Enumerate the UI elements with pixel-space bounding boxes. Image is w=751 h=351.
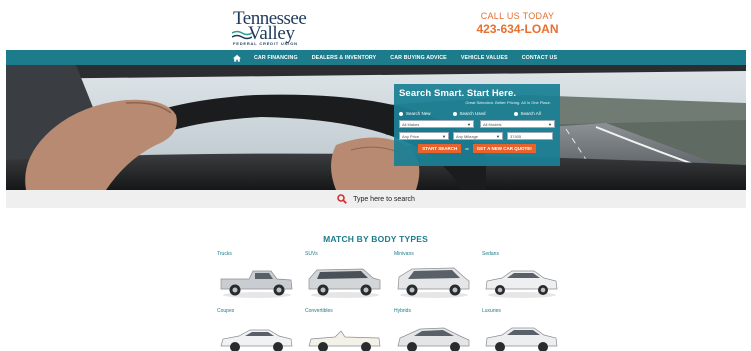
zip-input[interactable]: 37405 (507, 132, 553, 140)
radio-label: Search Used (459, 111, 486, 116)
radio-search-used[interactable]: Search Used (452, 111, 486, 116)
minivan-image (397, 267, 470, 298)
nav-dealers-inventory[interactable]: DEALERS & INVENTORY (312, 55, 377, 61)
nav-car-financing[interactable]: CAR FINANCING (254, 55, 298, 61)
search-row-price-mileage-zip: Any Price ▼ Any Mileage ▼ 37405 (399, 132, 555, 140)
body-type-convertibles[interactable]: Convertibles (305, 308, 385, 351)
sedan-image (485, 270, 558, 298)
suv-image (308, 268, 381, 298)
coupe-image (220, 329, 293, 351)
models-select[interactable]: All Models ▼ (480, 120, 555, 128)
body-type-trucks[interactable]: Trucks (217, 251, 297, 311)
body-type-label: Luxuries (482, 308, 501, 314)
makes-select-value: All Makes (402, 121, 420, 127)
nav-contact-us[interactable]: CONTACT US (522, 55, 557, 61)
body-type-suvs[interactable]: SUVs (305, 251, 385, 311)
site-search-bar[interactable]: Type here to search (6, 190, 746, 208)
body-type-label: Trucks (217, 251, 232, 257)
body-type-label: Hybrids (394, 308, 411, 314)
body-type-hybrids[interactable]: Hybrids (394, 308, 474, 351)
logo-subtitle: FEDERAL CREDIT UNION (233, 41, 298, 46)
price-select[interactable]: Any Price ▼ (399, 132, 449, 140)
chevron-down-icon: ▼ (467, 121, 471, 127)
search-type-radios: Search New Search Used Search All (399, 111, 555, 116)
body-type-label: Convertibles (305, 308, 333, 314)
call-us-phone[interactable]: 423-634-LOAN (470, 22, 565, 36)
price-select-value: Any Price (402, 133, 420, 139)
radio-label: Search New (406, 111, 431, 116)
hero-banner (6, 65, 746, 190)
chevron-down-icon: ▼ (442, 133, 446, 139)
body-type-sedans[interactable]: Sedans (482, 251, 562, 311)
radio-dot-icon (513, 111, 518, 116)
convertible-image (308, 330, 381, 351)
makes-select[interactable]: All Makes ▼ (399, 120, 474, 128)
truck-image (220, 270, 293, 298)
site-search-placeholder[interactable]: Type here to search (353, 196, 415, 203)
luxury-car-image (485, 327, 558, 351)
nav-car-buying-advice[interactable]: CAR BUYING ADVICE (390, 55, 447, 61)
chevron-down-icon: ▼ (548, 121, 552, 127)
search-icon[interactable] (337, 194, 347, 204)
or-separator: or (465, 146, 469, 151)
hybrid-image (397, 327, 470, 351)
call-us-block: CALL US TODAY 423-634-LOAN (470, 11, 565, 36)
start-search-button[interactable]: START SEARCH (418, 144, 462, 153)
body-type-label: Minivans (394, 251, 414, 257)
search-panel-actions: START SEARCH or GET A NEW CAR QUOTE! (399, 144, 555, 153)
main-nav: CAR FINANCING DEALERS & INVENTORY CAR BU… (6, 50, 746, 65)
search-panel-subtitle: Great Selection. Better Pricing. All In … (465, 100, 551, 105)
models-select-value: All Models (483, 121, 502, 127)
tvfcu-logo[interactable]: Tennessee Valley FEDERAL CREDIT UNION (228, 8, 318, 48)
radio-dot-icon (452, 111, 457, 116)
radio-label: Search All (520, 111, 541, 116)
mileage-select[interactable]: Any Mileage ▼ (453, 132, 503, 140)
body-type-luxuries[interactable]: Luxuries (482, 308, 562, 351)
body-type-coupes[interactable]: Coupes (217, 308, 297, 351)
body-type-label: Sedans (482, 251, 499, 257)
vehicle-search-panel: Search Smart. Start Here. Great Selectio… (394, 84, 560, 166)
search-row-make-model: All Makes ▼ All Models ▼ (399, 120, 555, 128)
body-type-label: SUVs (305, 251, 318, 257)
new-car-quote-button[interactable]: GET A NEW CAR QUOTE! (472, 144, 536, 153)
radio-search-new[interactable]: Search New (399, 111, 431, 116)
call-us-label: CALL US TODAY (480, 11, 555, 21)
body-type-minivans[interactable]: Minivans (394, 251, 474, 311)
zip-input-value: 37405 (510, 133, 522, 139)
search-panel-title: Search Smart. Start Here. (399, 88, 517, 99)
site-header: Tennessee Valley FEDERAL CREDIT UNION CA… (0, 0, 751, 50)
body-types-heading: MATCH BY BODY TYPES (323, 234, 428, 244)
radio-search-all[interactable]: Search All (513, 111, 541, 116)
body-type-label: Coupes (217, 308, 235, 314)
radio-dot-icon (399, 111, 403, 116)
nav-vehicle-values[interactable]: VEHICLE VALUES (461, 55, 508, 61)
hero-driving-image (6, 65, 746, 190)
chevron-down-icon: ▼ (496, 133, 500, 139)
home-icon[interactable] (232, 53, 242, 62)
mileage-select-value: Any Mileage (456, 133, 479, 139)
